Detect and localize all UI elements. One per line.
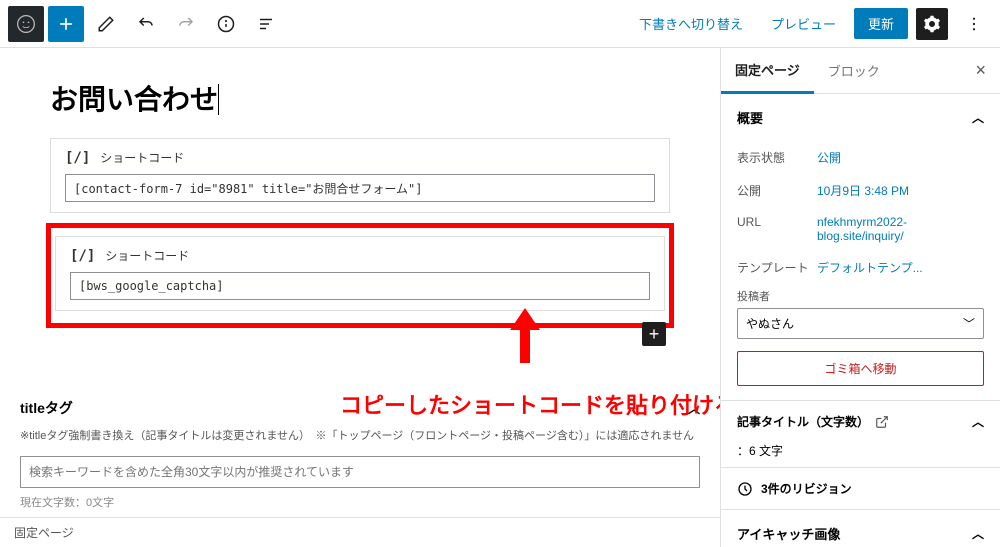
chevron-up-icon: ︿ [972, 525, 984, 542]
template-value[interactable]: デフォルトテンプ... [817, 259, 984, 276]
publish-value[interactable]: 10月9日 3:48 PM [817, 182, 984, 199]
tab-fixed-page[interactable]: 固定ページ [721, 48, 814, 94]
shortcode-icon: [/] [70, 248, 95, 264]
url-row: URL nfekhmyrm2022-blog.site/inquiry/ [721, 207, 1000, 251]
redo-icon[interactable] [168, 6, 204, 42]
row-label: 公開 [737, 182, 817, 199]
row-label: URL [737, 215, 817, 243]
shortcode-icon: [/] [65, 150, 90, 166]
add-block-inline-icon[interactable]: + [642, 322, 666, 346]
chevron-up-icon: ︿ [972, 413, 984, 430]
char-counter: 現在文字数：0文字 [20, 494, 700, 510]
template-row: テンプレート デフォルトテンプ... [721, 251, 1000, 284]
section-heading: アイキャッチ画像 [737, 524, 840, 543]
undo-icon[interactable] [128, 6, 164, 42]
block-label: ショートコード [105, 247, 189, 264]
wp-logo[interactable] [8, 6, 44, 42]
outline-icon[interactable] [248, 6, 284, 42]
section-heading: 概要 [737, 108, 763, 127]
settings-gear-icon[interactable] [916, 8, 948, 40]
page-title[interactable]: お問い合わせ [50, 78, 670, 118]
preview-button[interactable]: プレビュー [761, 8, 846, 39]
block-header: [/] ショートコード [65, 149, 655, 166]
row-label: 表示状態 [737, 149, 817, 166]
summary-section: 概要 ︿ 表示状態 公開 公開 10月9日 3:48 PM URL nfekhm… [721, 94, 1000, 401]
block-label: ショートコード [100, 149, 184, 166]
chevron-up-icon: ︿ [688, 400, 700, 417]
add-block-icon[interactable] [48, 6, 84, 42]
section-toggle[interactable]: 記事タイトル（文字数） ︿ [721, 401, 1000, 442]
select-value: やぬさん [746, 315, 794, 332]
title-tag-input[interactable] [20, 456, 700, 488]
shortcode-input-2[interactable] [70, 272, 650, 300]
section-heading: 記事タイトル（文字数） [737, 413, 869, 430]
section-toggle[interactable]: 概要 ︿ [721, 94, 1000, 141]
url-value[interactable]: nfekhmyrm2022-blog.site/inquiry/ [817, 215, 984, 243]
tab-block[interactable]: ブロック [814, 49, 894, 92]
author-label: 投稿者 [721, 284, 1000, 304]
panel-heading: titleタグ [20, 398, 73, 418]
title-tag-panel: titleタグ ︿ ※titleタグ強制書き換え（記事タイトルは変更されません）… [20, 388, 700, 510]
publish-row: 公開 10月9日 3:48 PM [721, 174, 1000, 207]
author-select[interactable]: やぬさん ﹀ [737, 308, 984, 339]
panel-toggle[interactable]: titleタグ ︿ [20, 388, 700, 428]
update-button[interactable]: 更新 [854, 8, 908, 39]
eyecatch-section: アイキャッチ画像 ︿ アイキャッチ画像を設定 [721, 510, 1000, 547]
chevron-up-icon: ︿ [972, 109, 984, 126]
revisions-section: 3件のリビジョン [721, 468, 1000, 510]
info-icon[interactable] [208, 6, 244, 42]
toolbar-right: 下書きへ切り替え プレビュー 更新 [629, 6, 992, 42]
close-sidebar-icon[interactable]: × [961, 60, 1000, 81]
status-row: 表示状態 公開 [721, 141, 1000, 174]
footer-breadcrumb[interactable]: 固定ページ [0, 517, 720, 547]
shortcode-block-1[interactable]: [/] ショートコード [50, 138, 670, 213]
chevron-down-icon: ﹀ [963, 315, 975, 332]
editor-canvas: お問い合わせ [/] ショートコード [/] ショートコード + コピーしたショ… [0, 48, 720, 547]
external-link-icon [875, 415, 889, 429]
section-toggle[interactable]: アイキャッチ画像 ︿ [721, 510, 1000, 547]
top-toolbar: 下書きへ切り替え プレビュー 更新 [0, 0, 1000, 48]
article-title-section: 記事タイトル（文字数） ︿ ：6 文字 [721, 401, 1000, 468]
shortcode-input-1[interactable] [65, 174, 655, 202]
revisions-text: 3件のリビジョン [761, 480, 852, 497]
status-value[interactable]: 公開 [817, 149, 984, 166]
history-icon [737, 481, 753, 497]
shortcode-block-2[interactable]: [/] ショートコード [55, 236, 665, 311]
panel-description: ※titleタグ強制書き換え（記事タイトルは変更されません） ※「トップページ（… [20, 428, 700, 446]
sidebar-tabs: 固定ページ ブロック × [721, 48, 1000, 94]
title-char-count: ：6 文字 [721, 442, 1000, 467]
row-label: テンプレート [737, 259, 817, 276]
revisions-link[interactable]: 3件のリビジョン [721, 468, 1000, 509]
trash-button[interactable]: ゴミ箱へ移動 [737, 351, 984, 386]
block-header: [/] ショートコード [70, 247, 650, 264]
settings-sidebar: 固定ページ ブロック × 概要 ︿ 表示状態 公開 公開 10月9日 3:48 … [720, 48, 1000, 547]
draft-switch-button[interactable]: 下書きへ切り替え [629, 8, 753, 39]
edit-icon[interactable] [88, 6, 124, 42]
annotation-highlight: [/] ショートコード [46, 223, 674, 328]
toolbar-left [8, 6, 284, 42]
more-icon[interactable] [956, 6, 992, 42]
